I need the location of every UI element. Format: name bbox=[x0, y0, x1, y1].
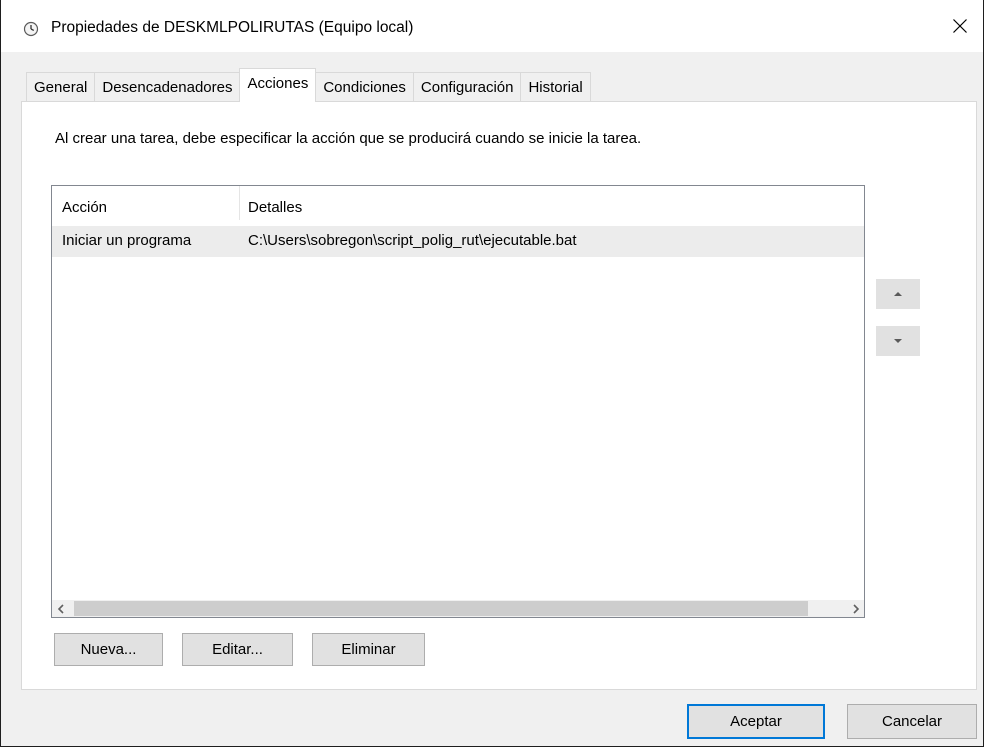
tab-triggers[interactable]: Desencadenadores bbox=[94, 72, 241, 102]
tab-actions[interactable]: Acciones bbox=[239, 68, 317, 102]
move-up-button[interactable] bbox=[876, 279, 920, 309]
row-action-cell: Iniciar un programa bbox=[62, 232, 192, 249]
arrow-up-icon bbox=[894, 292, 902, 296]
tab-general[interactable]: General bbox=[26, 72, 96, 102]
list-header: Acción Detalles bbox=[52, 186, 864, 224]
scroll-left-button[interactable] bbox=[52, 600, 69, 617]
row-details-cell: C:\Users\sobregon\script_polig_rut\ejecu… bbox=[248, 232, 577, 249]
tab-conditions[interactable]: Condiciones bbox=[315, 72, 414, 102]
column-header-details[interactable]: Detalles bbox=[248, 199, 302, 216]
window-title: Propiedades de DESKMLPOLIRUTAS (Equipo l… bbox=[51, 19, 414, 36]
actions-panel: Al crear una tarea, debe especificar la … bbox=[21, 101, 977, 690]
close-button[interactable] bbox=[937, 0, 983, 52]
column-divider[interactable] bbox=[239, 186, 240, 220]
tab-settings[interactable]: Configuración bbox=[412, 72, 522, 102]
arrow-down-icon bbox=[894, 339, 902, 343]
edit-action-button[interactable]: Editar... bbox=[182, 633, 293, 666]
chevron-left-icon bbox=[57, 603, 64, 614]
column-header-action[interactable]: Acción bbox=[62, 199, 107, 216]
delete-action-button[interactable]: Eliminar bbox=[312, 633, 425, 666]
move-down-button[interactable] bbox=[876, 326, 920, 356]
horizontal-scrollbar[interactable] bbox=[52, 600, 864, 617]
tab-history[interactable]: Historial bbox=[520, 72, 591, 102]
clock-icon bbox=[23, 21, 39, 37]
cancel-button[interactable]: Cancelar bbox=[847, 704, 977, 739]
task-properties-window: Propiedades de DESKMLPOLIRUTAS (Equipo l… bbox=[0, 0, 984, 747]
scroll-right-button[interactable] bbox=[847, 600, 864, 617]
actions-description: Al crear una tarea, debe especificar la … bbox=[55, 130, 642, 147]
new-action-button[interactable]: Nueva... bbox=[54, 633, 163, 666]
tab-strip: General Desencadenadores Acciones Condic… bbox=[26, 68, 591, 102]
table-row[interactable]: Iniciar un programa C:\Users\sobregon\sc… bbox=[52, 226, 864, 257]
title-bar[interactable]: Propiedades de DESKMLPOLIRUTAS (Equipo l… bbox=[1, 0, 983, 52]
ok-button[interactable]: Aceptar bbox=[687, 704, 825, 739]
chevron-right-icon bbox=[852, 603, 859, 614]
actions-list[interactable]: Acción Detalles Iniciar un programa C:\U… bbox=[51, 185, 865, 618]
scroll-thumb[interactable] bbox=[74, 601, 808, 616]
close-icon bbox=[953, 19, 967, 33]
